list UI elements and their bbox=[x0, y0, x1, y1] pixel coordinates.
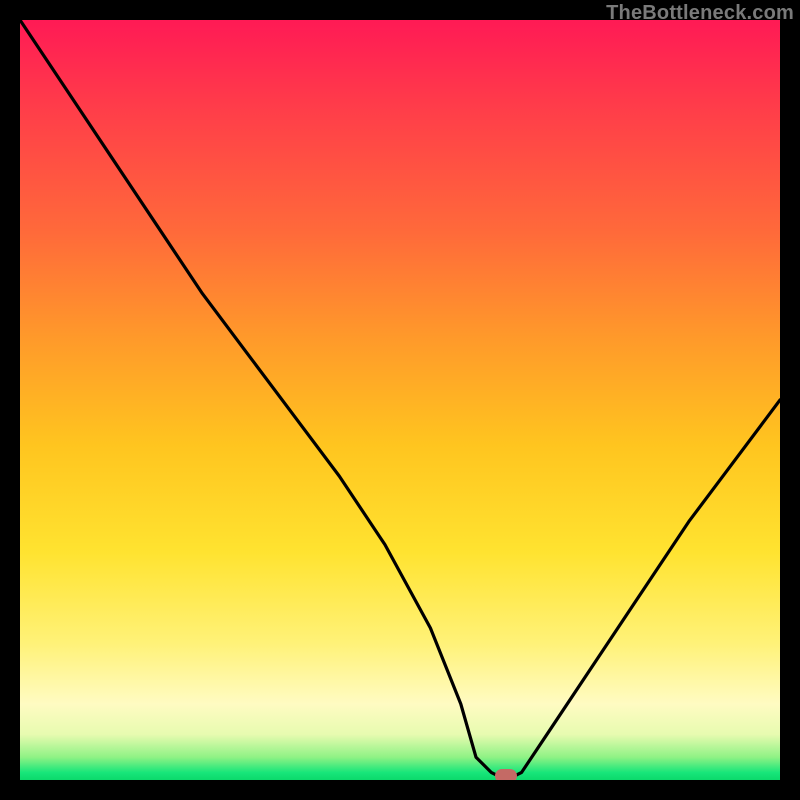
optimum-marker bbox=[495, 769, 517, 780]
watermark-text: TheBottleneck.com bbox=[606, 2, 794, 25]
chart-frame: TheBottleneck.com bbox=[0, 0, 800, 800]
plot-area bbox=[20, 20, 780, 780]
bottleneck-curve bbox=[20, 20, 780, 780]
